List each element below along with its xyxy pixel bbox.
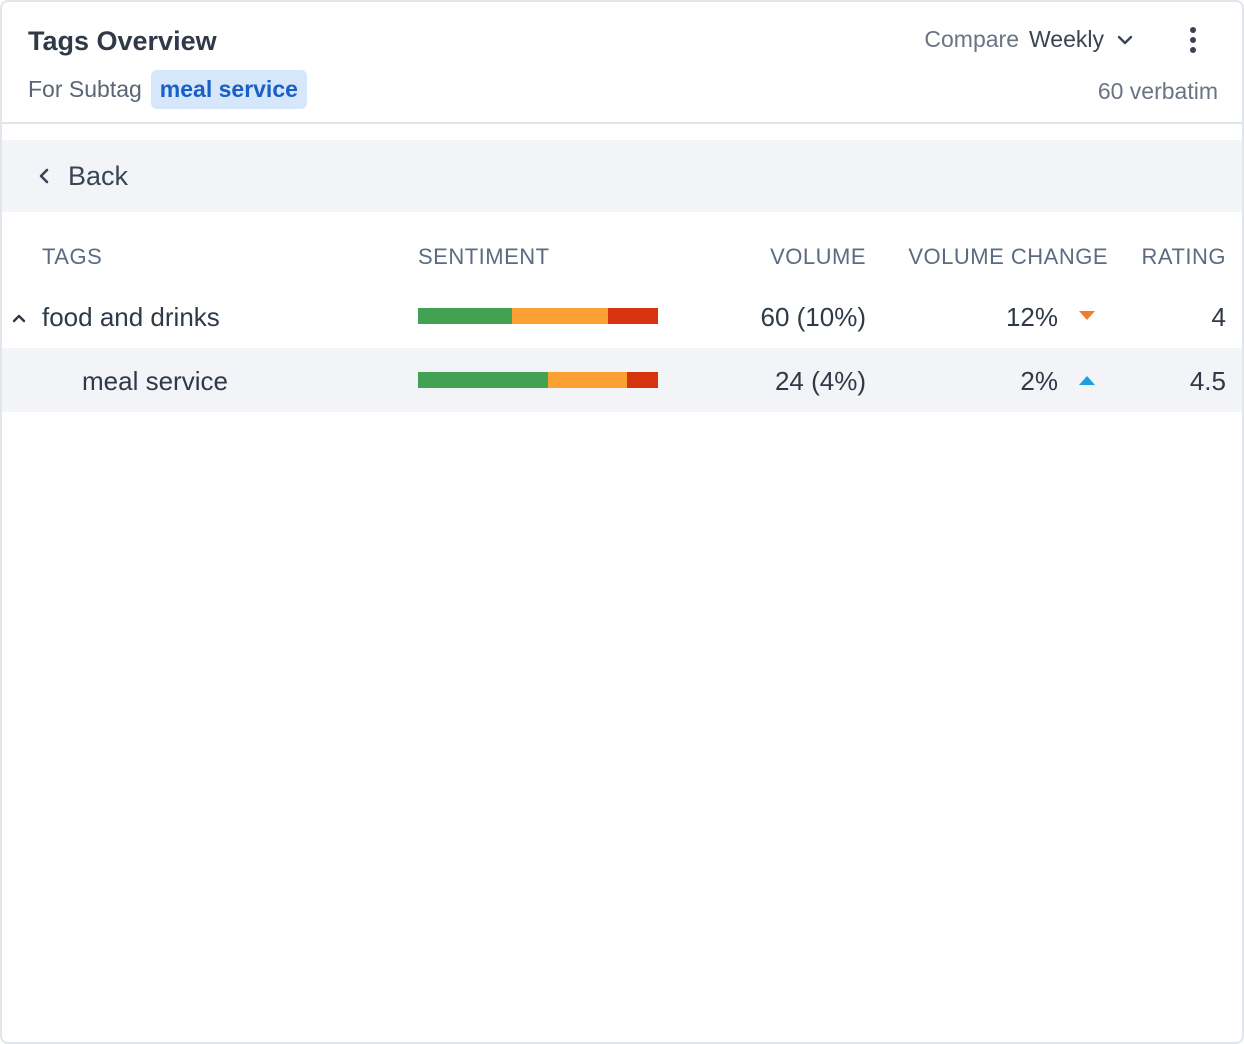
column-header-tags[interactable]: TAGS bbox=[42, 244, 102, 270]
volume-change-value: 2% bbox=[1020, 366, 1058, 396]
table-row[interactable]: food and drinks 60 (10%) 12% 4 bbox=[2, 286, 1242, 350]
column-header-rating[interactable]: RATING bbox=[1142, 244, 1226, 270]
sentiment-neutral-segment bbox=[547, 372, 627, 388]
trend-up-icon bbox=[1079, 376, 1095, 385]
column-header-sentiment[interactable]: SENTIMENT bbox=[418, 244, 550, 270]
trend-down-icon bbox=[1079, 311, 1095, 320]
sentiment-positive-segment bbox=[418, 308, 512, 324]
subtag-filter: For Subtag meal service bbox=[28, 70, 307, 109]
rating-value: 4.5 bbox=[1189, 366, 1226, 396]
back-label[interactable]: Back bbox=[68, 161, 128, 192]
kebab-menu-icon[interactable] bbox=[1180, 24, 1206, 58]
chevron-left-icon[interactable] bbox=[34, 166, 54, 186]
tag-name[interactable]: meal service bbox=[82, 366, 228, 397]
rating-value: 4 bbox=[1211, 302, 1226, 332]
sentiment-neutral-segment bbox=[511, 308, 608, 324]
sentiment-bar bbox=[418, 308, 658, 324]
tag-name[interactable]: food and drinks bbox=[42, 302, 220, 333]
column-header-volume[interactable]: VOLUME bbox=[770, 244, 866, 270]
compare-value[interactable]: Weekly bbox=[1029, 26, 1104, 53]
subtag-chip[interactable]: meal service bbox=[150, 70, 307, 109]
sentiment-negative-segment bbox=[626, 372, 658, 388]
chevron-down-icon[interactable] bbox=[1116, 31, 1134, 49]
volume-value: 24 (4%) bbox=[774, 366, 866, 396]
sentiment-positive-segment bbox=[418, 372, 548, 388]
tags-overview-card: Tags Overview For Subtag meal service Co… bbox=[0, 0, 1244, 1044]
subtag-label: For Subtag bbox=[28, 76, 142, 102]
compare-dropdown[interactable]: Compare Weekly bbox=[924, 26, 1134, 53]
compare-label: Compare bbox=[924, 26, 1019, 52]
volume-value: 60 (10%) bbox=[760, 302, 867, 332]
volume-change-value: 12% bbox=[1005, 302, 1058, 332]
back-button[interactable]: Back bbox=[2, 140, 1242, 212]
sentiment-negative-segment bbox=[607, 308, 658, 324]
column-header-volume-change[interactable]: VOLUME CHANGE bbox=[908, 244, 1108, 270]
card-header: Tags Overview For Subtag meal service Co… bbox=[2, 2, 1242, 124]
chevron-up-icon[interactable] bbox=[10, 309, 28, 327]
table-row[interactable]: meal service 24 (4%) 2% 4.5 bbox=[2, 348, 1242, 412]
verbatim-count: 60 verbatim bbox=[1097, 78, 1218, 104]
page-title: Tags Overview bbox=[28, 26, 217, 56]
sentiment-bar bbox=[418, 372, 658, 388]
